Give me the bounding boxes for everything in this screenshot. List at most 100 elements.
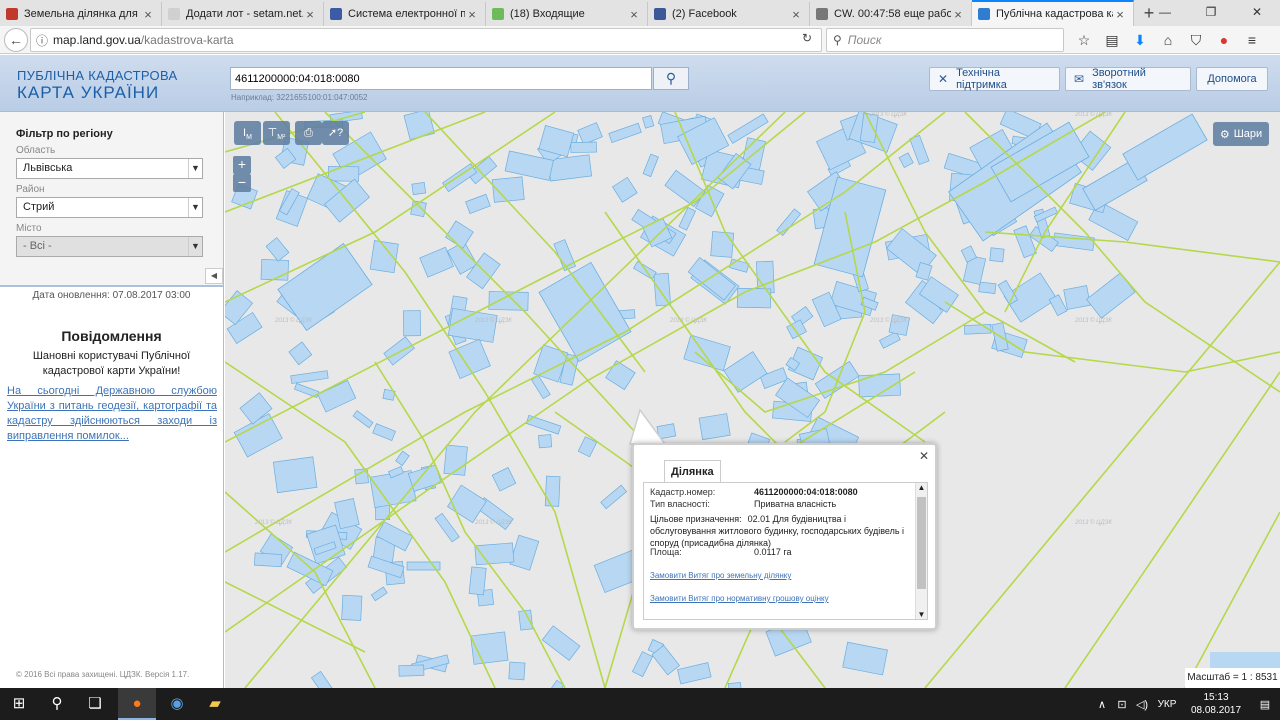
help-button[interactable]: Допомога: [1196, 67, 1268, 91]
parcel[interactable]: [608, 122, 642, 143]
parcel[interactable]: [1086, 272, 1136, 319]
address-bar[interactable]: ⓘ map.land.gov.ua/kadastrova-karta ↻: [30, 28, 822, 52]
close-icon[interactable]: ×: [1113, 7, 1127, 22]
parcel[interactable]: [491, 467, 517, 492]
close-window-icon[interactable]: ✕: [1234, 0, 1280, 24]
network-icon[interactable]: ⊡: [1112, 698, 1132, 711]
browser-tab[interactable]: Земельна ділянка для обслу×: [0, 2, 162, 26]
menu-icon[interactable]: ≡: [1238, 28, 1266, 52]
search-button[interactable]: ⚲: [653, 67, 689, 90]
browser-tab[interactable]: Система електронної по ×: [324, 2, 486, 26]
parcel[interactable]: [710, 231, 735, 258]
parcel[interactable]: [531, 375, 551, 400]
rayon-select[interactable]: Стрий ▼: [16, 197, 203, 218]
explorer-taskbar-button[interactable]: ▰: [196, 688, 234, 720]
parcel[interactable]: [1122, 113, 1208, 181]
support-button[interactable]: ✕ Технічна підтримка: [929, 67, 1060, 91]
area-measure-button[interactable]: ⊤M²: [263, 121, 290, 145]
logo-line1[interactable]: ПУБЛІЧНА КАДАСТРОВА: [17, 68, 177, 83]
parcel[interactable]: [683, 334, 731, 372]
zoom-in-button[interactable]: +: [233, 156, 251, 174]
parcel[interactable]: [509, 534, 540, 571]
reload-icon[interactable]: ↻: [797, 31, 817, 45]
parcel[interactable]: [677, 662, 712, 685]
order-valuation-link[interactable]: Замовити Витяг про нормативну грошову оц…: [650, 594, 829, 603]
parcel[interactable]: [411, 181, 427, 196]
start-button[interactable]: ⊞: [0, 688, 38, 720]
feedback-button[interactable]: ✉ Зворотний зв'язок: [1065, 67, 1191, 91]
parcel[interactable]: [395, 450, 410, 467]
parcel[interactable]: [468, 566, 487, 596]
bookmark-star-icon[interactable]: ☆: [1070, 28, 1098, 52]
layers-button[interactable]: ⚙ Шари: [1213, 122, 1269, 146]
parcel[interactable]: [842, 641, 888, 676]
close-icon[interactable]: ×: [141, 7, 155, 22]
firefox-taskbar-button[interactable]: ●: [118, 688, 156, 720]
ruler-button[interactable]: IM: [234, 121, 261, 145]
parcel[interactable]: [508, 661, 526, 681]
identify-button[interactable]: ➚?: [322, 121, 349, 145]
parcel[interactable]: [612, 176, 638, 203]
close-icon[interactable]: ×: [465, 7, 479, 22]
parcel[interactable]: [1063, 285, 1091, 310]
cadastral-search-input[interactable]: [230, 67, 652, 90]
parcel[interactable]: [698, 413, 731, 441]
parcel[interactable]: [403, 310, 421, 337]
parcel[interactable]: [898, 152, 914, 169]
parcel[interactable]: [398, 664, 425, 677]
reading-list-icon[interactable]: ▤: [1098, 28, 1126, 52]
parcel[interactable]: [341, 594, 363, 621]
parcel[interactable]: [605, 360, 636, 391]
parcel[interactable]: [678, 207, 697, 231]
task-view-button[interactable]: ❏: [76, 688, 114, 720]
parcel[interactable]: [233, 413, 283, 458]
info-icon[interactable]: ⓘ: [31, 32, 53, 49]
parcel[interactable]: [1210, 652, 1280, 668]
adblock-icon[interactable]: ●: [1210, 28, 1238, 52]
parcel[interactable]: [538, 434, 553, 449]
parcel[interactable]: [265, 237, 290, 262]
chevron-up-icon[interactable]: ∧: [1092, 698, 1112, 711]
notice-link[interactable]: На сьогодні Державною службою України з …: [7, 384, 217, 444]
close-icon[interactable]: ×: [789, 7, 803, 22]
parcel[interactable]: [631, 651, 654, 678]
clock[interactable]: 15:13 08.08.2017: [1182, 691, 1250, 717]
parcel[interactable]: [544, 475, 561, 507]
language-indicator[interactable]: УКР: [1152, 699, 1182, 710]
download-icon[interactable]: ⬇: [1126, 28, 1154, 52]
city-select[interactable]: - Всі - ▼: [16, 236, 203, 257]
oblast-select[interactable]: Львівська ▼: [16, 158, 203, 179]
browser-tab[interactable]: Додати лот - setam.net.ua×: [162, 2, 324, 26]
close-icon[interactable]: ×: [627, 7, 641, 22]
parcel[interactable]: [570, 141, 597, 154]
parcel[interactable]: [254, 552, 283, 568]
parcel[interactable]: [370, 586, 388, 602]
parcel[interactable]: [963, 324, 992, 335]
parcel[interactable]: [352, 410, 374, 429]
logo-line2[interactable]: КАРТА УКРАЇНИ: [17, 83, 159, 103]
browser-tab[interactable]: CW. 00:47:58 еще работа ×: [810, 2, 972, 26]
close-icon[interactable]: ✕: [919, 449, 929, 463]
search-button[interactable]: ⚲: [38, 688, 76, 720]
print-button[interactable]: ⎙: [295, 121, 322, 145]
parcel[interactable]: [989, 247, 1005, 263]
minimize-icon[interactable]: —: [1142, 0, 1188, 24]
maximize-icon[interactable]: ❐: [1188, 0, 1234, 24]
parcel[interactable]: [577, 122, 603, 145]
parcel[interactable]: [310, 670, 337, 688]
scroll-thumb[interactable]: [917, 497, 926, 589]
parcel[interactable]: [978, 281, 997, 294]
parcel[interactable]: [445, 220, 474, 249]
parcel[interactable]: [290, 370, 329, 384]
parcel[interactable]: [538, 261, 632, 363]
parcel[interactable]: [600, 484, 628, 510]
close-icon[interactable]: ×: [951, 7, 965, 22]
parcel[interactable]: [272, 456, 318, 494]
parcel[interactable]: [642, 115, 655, 129]
parcel[interactable]: [909, 134, 930, 166]
parcel[interactable]: [260, 259, 289, 281]
parcel[interactable]: [383, 336, 415, 366]
collapse-sidebar-button[interactable]: ◀: [205, 268, 223, 284]
order-extract-link[interactable]: Замовити Витяг про земельну ділянку: [650, 571, 791, 580]
parcel[interactable]: [642, 153, 659, 178]
